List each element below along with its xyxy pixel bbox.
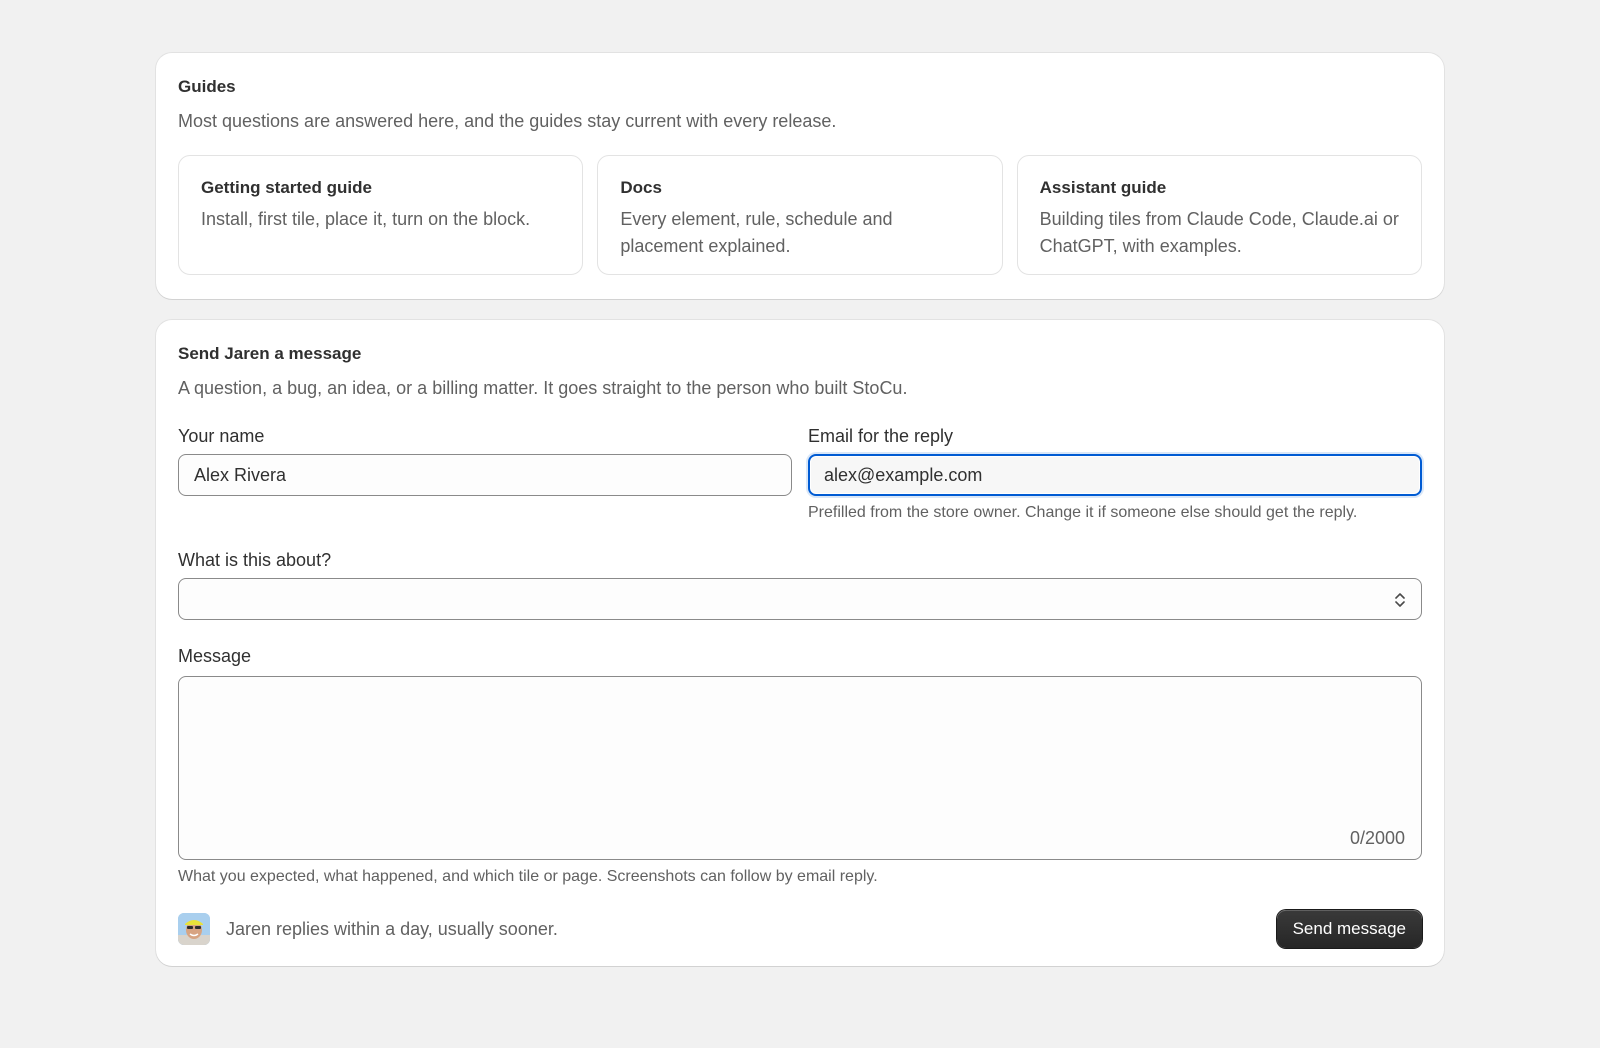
- guide-description: Every element, rule, schedule and placem…: [620, 209, 893, 256]
- email-label: Email for the reply: [808, 426, 954, 446]
- guides-title: Guides: [178, 77, 236, 96]
- topic-field-group: What is this about?: [178, 548, 1422, 620]
- message-textarea-wrapper: 0/2000: [178, 676, 1422, 860]
- guide-title: Getting started guide: [201, 178, 372, 197]
- guide-description: Building tiles from Claude Code, Claude.…: [1039, 209, 1399, 256]
- message-char-count: 0/2000: [1349, 828, 1405, 848]
- page: Guides Most questions are answered here,…: [0, 0, 1600, 1048]
- guide-title: Docs: [620, 178, 662, 197]
- message-form-title: Send Jaren a message: [178, 344, 362, 363]
- message-textarea[interactable]: [179, 677, 1421, 859]
- message-label: Message: [178, 646, 252, 666]
- guides-card: Guides Most questions are answered here,…: [156, 53, 1444, 299]
- guide-grid: Getting started guide Install, first til…: [178, 155, 1422, 275]
- guides-subtitle: Most questions are answered here, and th…: [178, 111, 837, 131]
- guide-description: Install, first tile, place it, turn on t…: [201, 209, 531, 229]
- topic-select[interactable]: [178, 578, 1422, 620]
- guide-tile-getting-started[interactable]: Getting started guide Install, first til…: [178, 155, 584, 275]
- guide-title: Assistant guide: [1039, 178, 1167, 197]
- person-avatar-icon: [178, 913, 210, 945]
- send-message-button[interactable]: Send message: [1276, 910, 1422, 948]
- message-help-text: What you expected, what happened, and wh…: [178, 868, 878, 885]
- jaren-avatar: [178, 913, 210, 945]
- message-field-group: Message 0/2000 What you expected, what h…: [178, 644, 1422, 888]
- name-label: Your name: [178, 426, 265, 446]
- name-field-group: Your name: [178, 424, 792, 524]
- form-footer: Jaren replies within a day, usually soon…: [178, 910, 1422, 948]
- email-help-text: Prefilled from the store owner. Change i…: [808, 504, 1358, 521]
- reply-time-note: Jaren replies within a day, usually soon…: [226, 918, 558, 939]
- guide-tile-docs[interactable]: Docs Every element, rule, schedule and p…: [597, 155, 1003, 275]
- message-card: Send Jaren a message A question, a bug, …: [156, 320, 1444, 966]
- name-input[interactable]: [178, 454, 792, 496]
- reply-info: Jaren replies within a day, usually soon…: [178, 913, 558, 945]
- select-chevrons-icon: [1395, 593, 1405, 607]
- email-field-group: Email for the reply Prefilled from the s…: [808, 424, 1422, 524]
- email-input[interactable]: [808, 454, 1422, 496]
- topic-label: What is this about?: [178, 550, 332, 570]
- contact-fields-row: Your name Email for the reply Prefilled …: [178, 424, 1422, 524]
- guide-tile-assistant[interactable]: Assistant guide Building tiles from Clau…: [1016, 155, 1422, 275]
- message-form-subtitle: A question, a bug, an idea, or a billing…: [178, 378, 908, 398]
